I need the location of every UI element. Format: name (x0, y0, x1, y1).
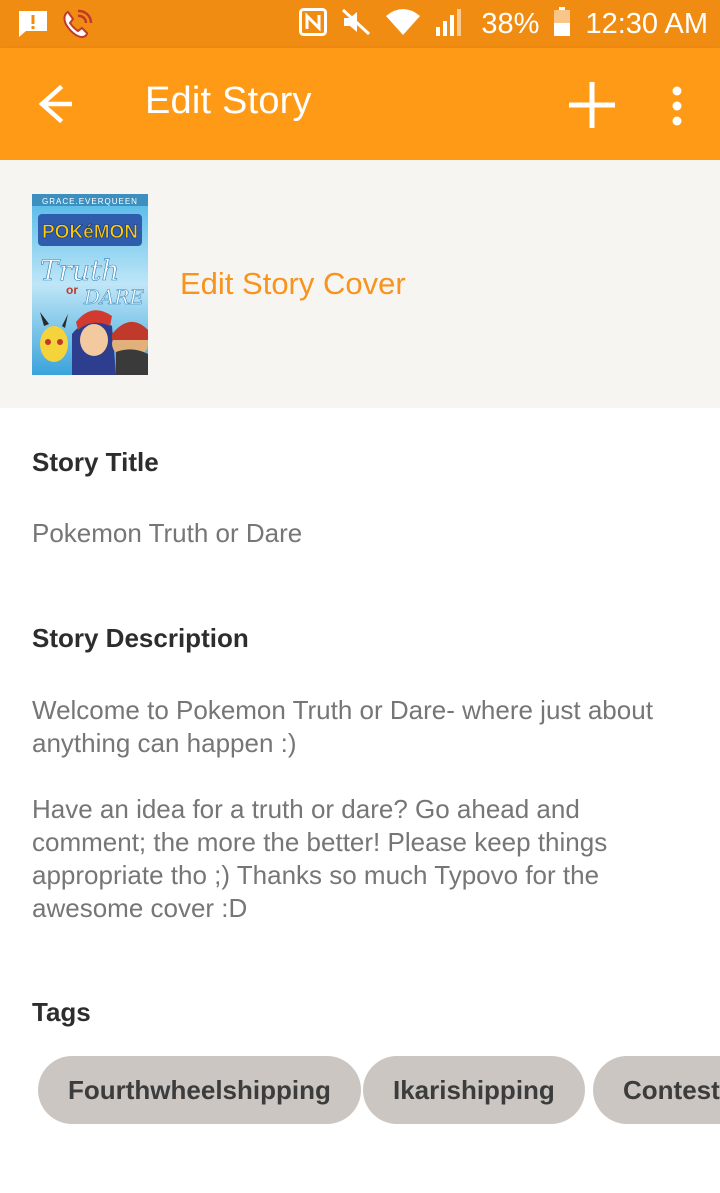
story-cover-image[interactable]: GRACE.EVERQUEEN POKéMON Truth or DARE (32, 194, 148, 375)
description-paragraph: Have an idea for a truth or dare? Go ahe… (32, 794, 608, 923)
clock: 12:30 AM (585, 8, 708, 40)
battery-icon (553, 6, 571, 42)
mute-icon (341, 8, 371, 41)
story-description-label: Story Description (32, 623, 249, 653)
app-bar: Edit Story (0, 48, 720, 160)
back-arrow-icon (38, 84, 72, 124)
tag-chip[interactable]: Fourthwheelshipping (38, 1056, 361, 1124)
cover-section: GRACE.EVERQUEEN POKéMON Truth or DARE Ed… (0, 160, 720, 408)
edit-story-cover-button[interactable]: Edit Story Cover (180, 266, 406, 302)
page-title: Edit Story (145, 80, 312, 122)
add-icon (569, 82, 615, 128)
story-title-field[interactable]: Pokemon Truth or Dare (32, 517, 682, 550)
cover-title-line3: DARE (83, 285, 145, 309)
cover-logo-text: POKéMON (42, 222, 138, 243)
back-button[interactable] (30, 82, 82, 126)
status-bar: 38% 12:30 AM (0, 0, 720, 48)
notification-icon (18, 10, 48, 43)
cover-author-tag: GRACE.EVERQUEEN (42, 197, 138, 206)
more-options-button[interactable] (664, 84, 690, 128)
missed-call-icon (60, 8, 94, 45)
tag-chip[interactable]: Ikarishipping (363, 1056, 585, 1124)
tag-chip[interactable]: Contestshipping (593, 1056, 720, 1124)
tags-row: Fourthwheelshipping Ikarishipping Contes… (38, 1056, 720, 1124)
add-button[interactable] (565, 78, 619, 132)
nfc-icon (299, 7, 328, 41)
story-description-field[interactable]: Welcome to Pokemon Truth or Dare- where … (32, 694, 682, 925)
description-paragraph: Welcome to Pokemon Truth or Dare- where … (32, 695, 653, 758)
tags-label: Tags (32, 997, 91, 1027)
wifi-icon (385, 8, 421, 41)
story-title-label: Story Title (32, 447, 159, 477)
cover-title-line2: or (66, 283, 78, 297)
signal-icon (435, 7, 467, 42)
cover-title-line1: Truth (40, 254, 119, 287)
battery-percent: 38% (481, 8, 540, 40)
more-vert-icon (672, 86, 682, 126)
